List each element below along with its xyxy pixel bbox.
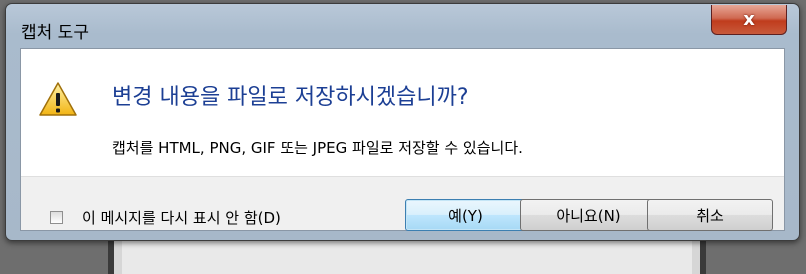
detail-text: 캡처를 HTML, PNG, GIF 또는 JPEG 파일로 저장할 수 있습니… — [112, 139, 523, 157]
cancel-button[interactable]: 취소 — [647, 199, 773, 231]
dont-show-again-option[interactable]: 이 메시지를 다시 표시 안 함(D) — [50, 207, 281, 228]
main-instruction: 변경 내용을 파일로 저장하시겠습니까? — [112, 85, 469, 110]
window-title: 캡처 도구 — [21, 23, 89, 43]
close-icon: x — [743, 9, 755, 30]
dont-show-again-label[interactable]: 이 메시지를 다시 표시 안 함(D) — [82, 207, 281, 228]
save-changes-dialog: 캡처 도구 x 변경 내용을 파일로 저장하시겠습니까? 캡처를 HTML, P… — [5, 3, 800, 241]
dialog-client-area: 변경 내용을 파일로 저장하시겠습니까? 캡처를 HTML, PNG, GIF … — [20, 48, 785, 231]
yes-button[interactable]: 예(Y) — [405, 199, 526, 231]
dialog-footer: 이 메시지를 다시 표시 안 함(D) 예(Y) 아니요(N) 취소 — [21, 176, 784, 231]
no-button[interactable]: 아니요(N) — [520, 199, 657, 231]
close-button[interactable]: x — [711, 5, 787, 35]
dont-show-again-checkbox[interactable] — [50, 211, 63, 224]
title-bar[interactable]: 캡처 도구 x — [6, 4, 799, 46]
message-area: 변경 내용을 파일로 저장하시겠습니까? 캡처를 HTML, PNG, GIF … — [21, 49, 784, 177]
warning-icon — [39, 82, 77, 116]
background-window — [108, 236, 706, 274]
